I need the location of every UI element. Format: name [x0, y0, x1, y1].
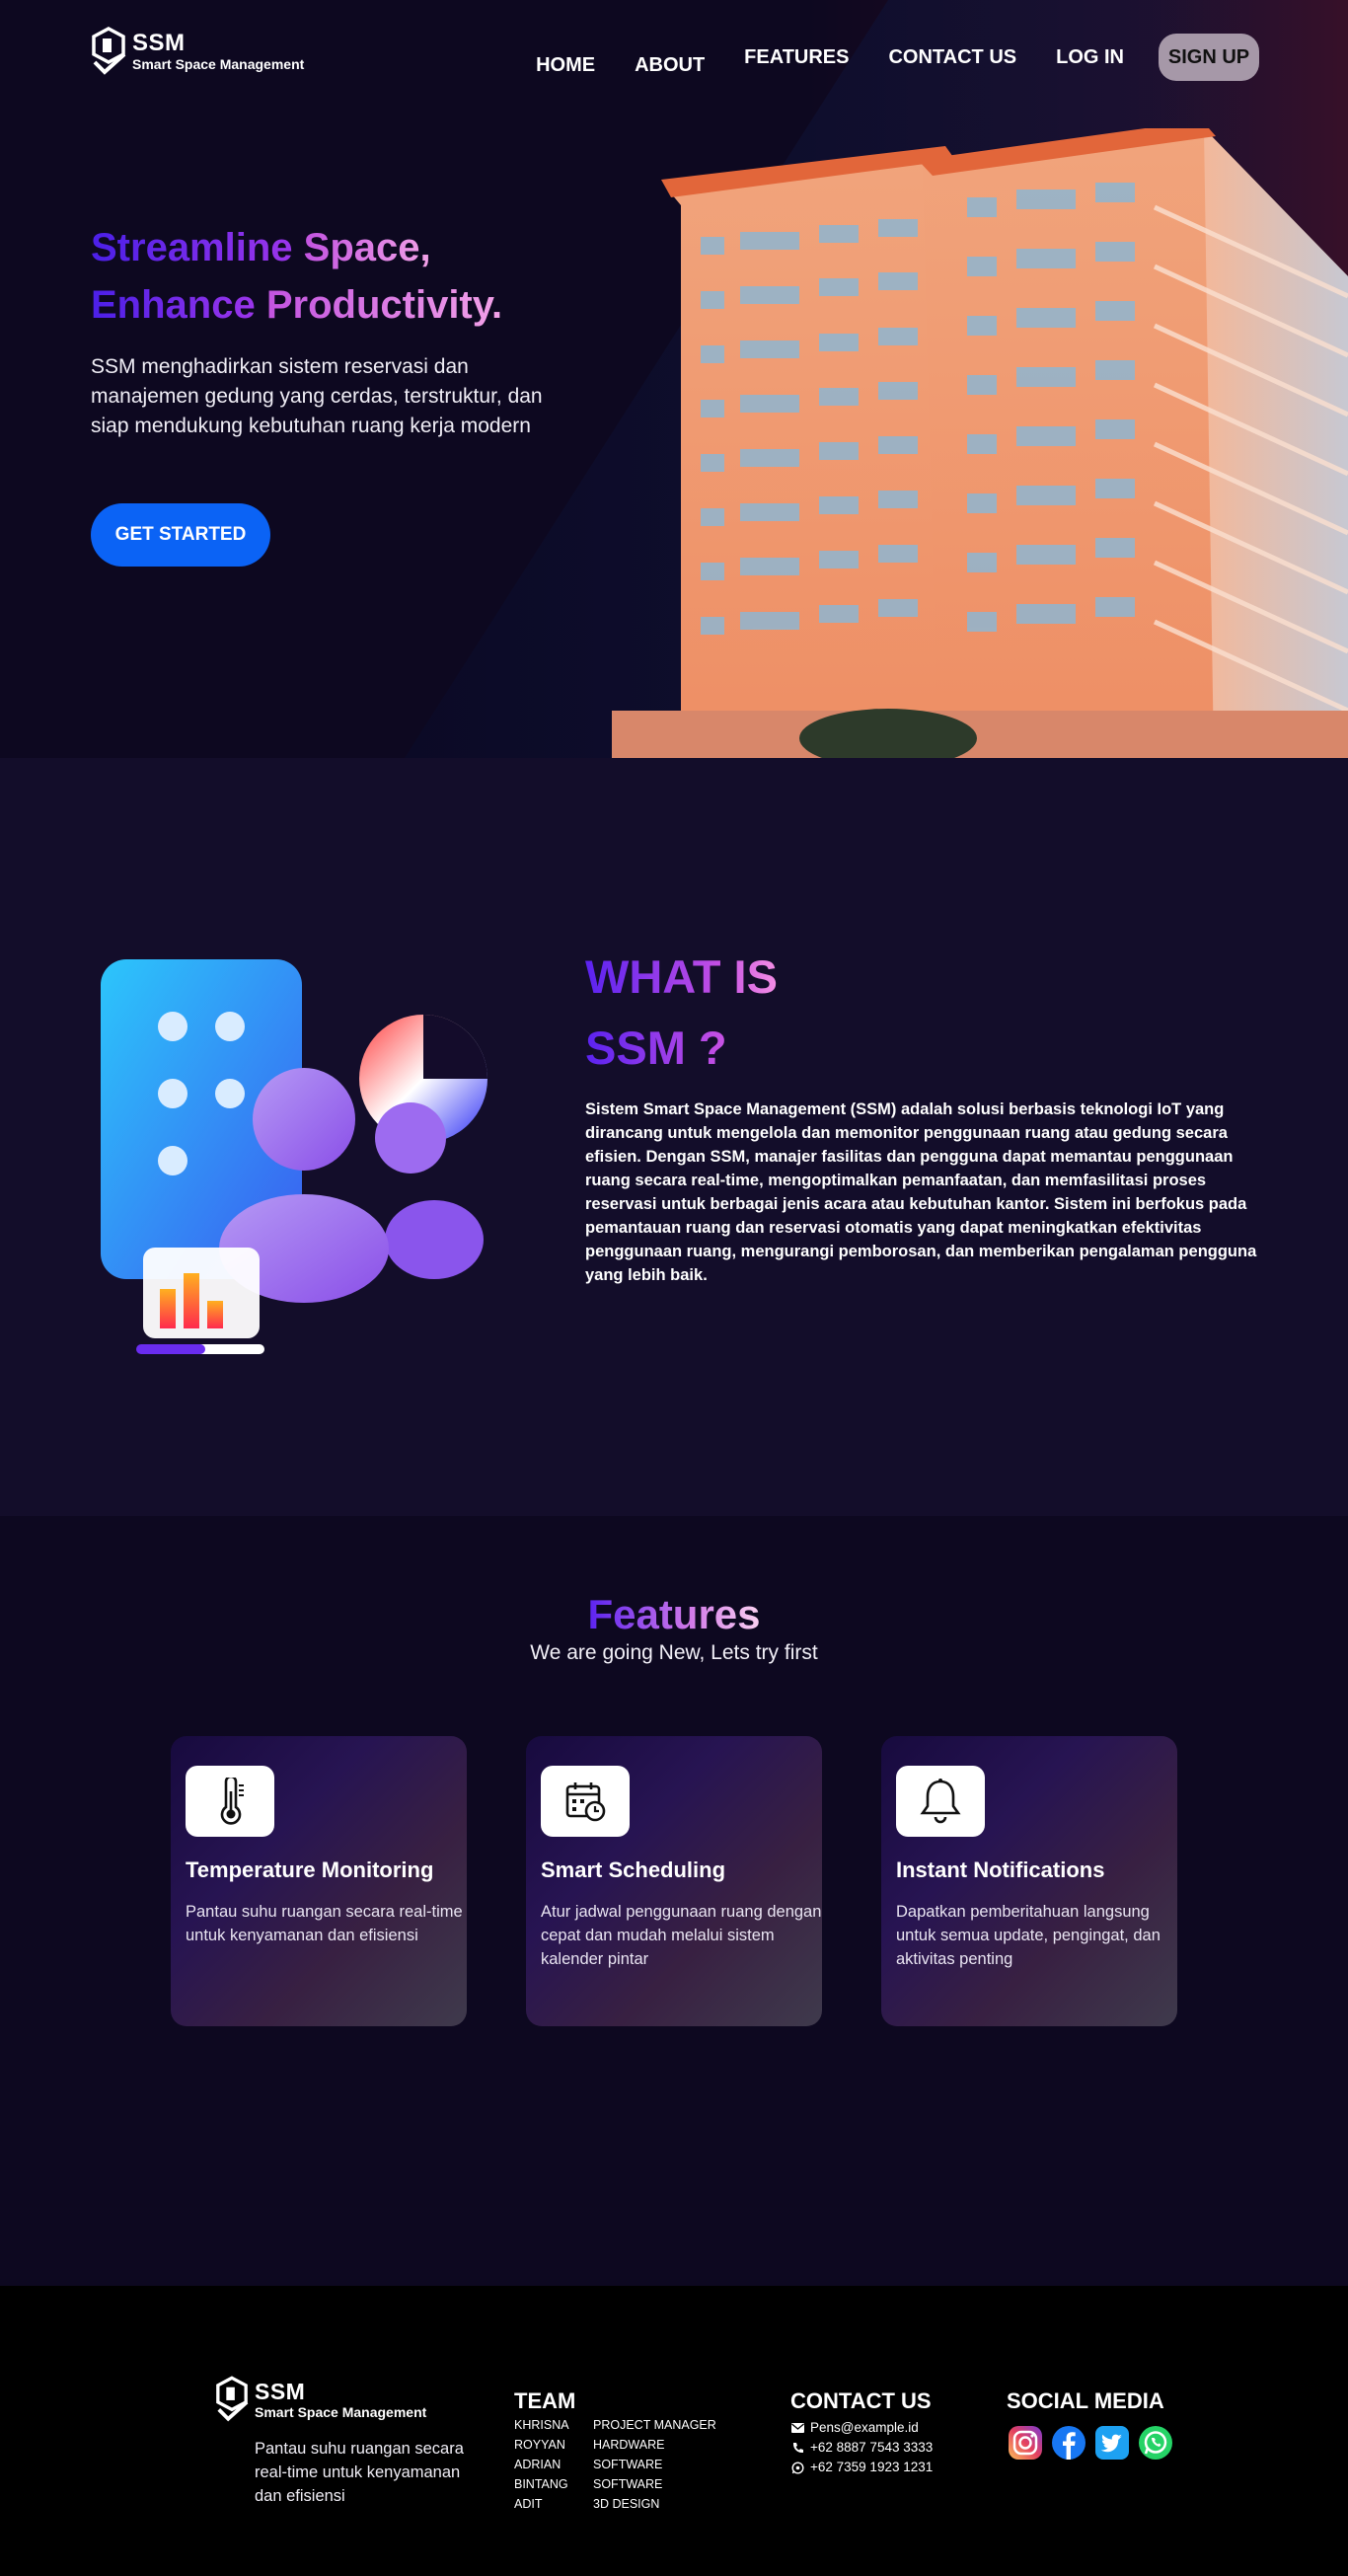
hero-title-word: Space,	[303, 226, 431, 269]
shield-check-logo-icon	[92, 27, 126, 75]
what-is-section: WHAT IS SSM ? Sistem Smart Space Managem…	[0, 758, 1348, 1516]
smart-office-illustration	[101, 959, 487, 1354]
brand-logo[interactable]: SSM Smart Space Management	[91, 26, 304, 77]
what-is-title: WHAT IS SSM ?	[585, 942, 778, 1084]
contact-email: Pens@example.id	[810, 2420, 919, 2435]
features-subtitle: We are going New, Lets try first	[530, 1641, 818, 1664]
contact-phone-row[interactable]: +62 8887 7543 3333	[791, 2438, 933, 2458]
sign-up-button[interactable]: SIGN UP	[1159, 34, 1259, 81]
feature-card-title: Temperature Monitoring	[186, 1857, 434, 1882]
twitter-icon[interactable]	[1093, 2424, 1131, 2462]
mail-icon	[791, 2423, 804, 2433]
contact-phone: +62 8887 7543 3333	[810, 2440, 934, 2455]
contact-whatsapp: +62 7359 1923 1231	[810, 2460, 934, 2474]
footer-brand-name: SSM	[255, 2379, 306, 2404]
contact-whatsapp-row[interactable]: +62 7359 1923 1231	[791, 2458, 933, 2477]
whatsapp-icon[interactable]	[1137, 2424, 1174, 2462]
nav-features[interactable]: FEATURES	[744, 46, 849, 69]
get-started-button[interactable]: GET STARTED	[91, 503, 270, 567]
team-member-name: KHRISNA	[514, 2418, 569, 2432]
nav-about[interactable]: ABOUT	[635, 54, 705, 77]
contact-list: Pens@example.id +62 8887 7543 3333 +62 7…	[791, 2418, 933, 2477]
main-nav: HOME ABOUT FEATURES CONTACT US LOG IN SI…	[536, 34, 1259, 81]
hero-section: SSM Smart Space Management HOME ABOUT FE…	[0, 0, 1348, 758]
site-footer: SSM Smart Space Management Pantau suhu r…	[0, 2286, 1348, 2576]
whatsapp-small-icon	[791, 2461, 804, 2474]
brand-tagline: Smart Space Management	[132, 56, 305, 72]
features-title: Features	[0, 1591, 1348, 1638]
nav-home[interactable]: HOME	[536, 54, 595, 77]
contact-email-row[interactable]: Pens@example.id	[791, 2418, 933, 2438]
instagram-icon[interactable]	[1007, 2424, 1044, 2462]
social-links	[1007, 2424, 1174, 2462]
nav-contact-us[interactable]: CONTACT US	[888, 46, 1016, 69]
team-member-name: ROYYAN	[514, 2438, 565, 2452]
calendar-clock-icon	[541, 1766, 630, 1837]
social-media-heading: SOCIAL MEDIA	[1007, 2388, 1164, 2413]
what-is-title-line: WHAT IS	[585, 942, 778, 1013]
feature-card-temperature[interactable]: Temperature Monitoring Pantau suhu ruang…	[171, 1736, 467, 2026]
hero-title: Streamline Space, Enhance Productivity.	[91, 219, 502, 334]
team-member-role: HARDWARE	[593, 2438, 665, 2452]
feature-card-description: Pantau suhu ruangan secara real-time unt…	[186, 1903, 463, 1944]
feature-card-title: Smart Scheduling	[541, 1857, 726, 1882]
hero-title-word: Productivity.	[265, 283, 503, 327]
team-list: KHRISNA PROJECT MANAGER ROYYAN HARDWARE AD…	[514, 2416, 721, 2513]
hero-title-word: Streamline	[91, 226, 293, 269]
phone-icon	[792, 2442, 803, 2453]
footer-brand-tagline: Smart Space Management	[255, 2404, 427, 2420]
shield-check-logo-icon	[216, 2376, 249, 2422]
apartment-building-image	[612, 128, 1348, 758]
team-member-role: SOFTWARE	[593, 2477, 663, 2491]
feature-card-scheduling[interactable]: Smart Scheduling Atur jadwal penggunaan …	[526, 1736, 822, 2026]
team-member-role: 3D DESIGN	[593, 2497, 660, 2511]
facebook-icon[interactable]	[1050, 2424, 1087, 2462]
feature-card-title: Instant Notifications	[896, 1857, 1105, 1882]
feature-card-description: Atur jadwal penggunaan ruang dengan cepa…	[541, 1903, 822, 1968]
footer-brand-logo[interactable]: SSM Smart Space Management	[215, 2376, 426, 2423]
contact-heading: CONTACT US	[790, 2388, 932, 2413]
bell-icon	[896, 1766, 985, 1837]
team-heading: TEAM	[514, 2388, 576, 2413]
what-is-title-line: SSM ?	[585, 1013, 778, 1084]
features-section: Features We are going New, Lets try firs…	[0, 1516, 1348, 2286]
team-member-name: ADIT	[514, 2497, 543, 2511]
thermometer-icon	[186, 1766, 274, 1837]
hero-title-word: Enhance	[91, 283, 256, 327]
nav-log-in[interactable]: LOG IN	[1056, 46, 1124, 69]
team-member-role: PROJECT MANAGER	[593, 2418, 716, 2432]
feature-card-notifications[interactable]: Instant Notifications Dapatkan pemberita…	[881, 1736, 1177, 2026]
team-member-name: ADRIAN	[514, 2458, 562, 2471]
team-member-name: BINTANG	[514, 2477, 568, 2491]
team-member-role: SOFTWARE	[593, 2458, 663, 2471]
brand-name: SSM	[132, 30, 186, 56]
footer-description: Pantau suhu ruangan secara real-time unt…	[255, 2440, 464, 2505]
features-title-text: Features	[587, 1591, 761, 1637]
feature-card-description: Dapatkan pemberitahuan langsung untuk se…	[896, 1903, 1161, 1968]
hero-description: SSM menghadirkan sistem reservasi dan ma…	[91, 355, 543, 437]
what-is-description: Sistem Smart Space Management (SSM) adal…	[585, 1100, 1257, 1284]
